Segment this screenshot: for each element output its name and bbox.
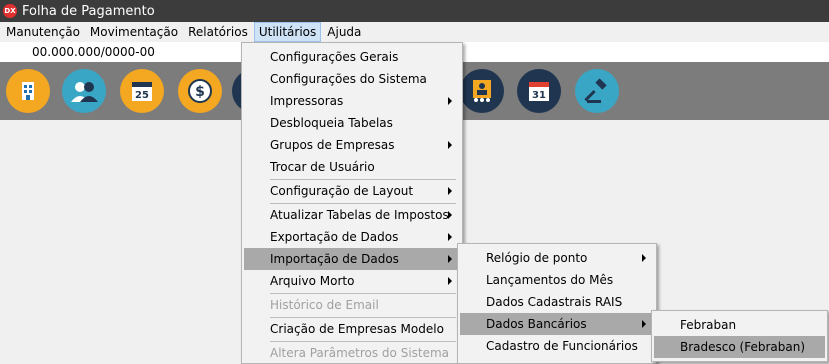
utilitarios-menu: Configurações Gerais Configurações do Si… — [241, 42, 463, 364]
calendar-day-label: 25 — [135, 90, 149, 101]
employees-board-icon[interactable] — [460, 69, 504, 113]
submenu-arrow-icon — [448, 187, 452, 195]
submenu-arrow-icon — [642, 320, 646, 328]
importacao-dados-submenu: Relógio de ponto Lançamentos do Mês Dado… — [457, 243, 657, 364]
menu-item-trocar-usuario[interactable]: Trocar de Usuário — [244, 156, 460, 178]
menu-item-label: Cadastro de Funcionários — [486, 339, 638, 353]
gavel-icon[interactable] — [575, 69, 619, 113]
menu-item-criacao-empresas-modelo[interactable]: Criação de Empresas Modelo — [244, 318, 460, 340]
submenu-arrow-icon — [448, 277, 452, 285]
menu-item-impressoras[interactable]: Impressoras — [244, 90, 460, 112]
menu-item-label: Exportação de Dados — [270, 230, 399, 244]
submenu-arrow-icon — [448, 97, 452, 105]
menu-item-label: Trocar de Usuário — [270, 160, 375, 174]
dados-bancarios-submenu: Febraban Bradesco (Febraban) — [651, 310, 828, 362]
dollar-icon[interactable]: $ — [178, 69, 222, 113]
company-code: 00.000.000/0000-00 — [32, 45, 155, 59]
menu-item-arquivo-morto[interactable]: Arquivo Morto — [244, 270, 460, 292]
menu-item-cadastro-funcionarios[interactable]: Cadastro de Funcionários — [460, 335, 654, 357]
menu-item-dados-cadastrais-rais[interactable]: Dados Cadastrais RAIS — [460, 291, 654, 313]
menu-item-grupos-empresas[interactable]: Grupos de Empresas — [244, 134, 460, 156]
building-icon[interactable] — [6, 69, 50, 113]
menu-item-label: Dados Cadastrais RAIS — [486, 295, 623, 309]
window-title: Folha de Pagamento — [22, 3, 155, 19]
submenu-arrow-icon — [642, 254, 646, 262]
menu-item-label: Criação de Empresas Modelo — [270, 322, 444, 336]
menu-movimentacao[interactable]: Movimentação — [86, 22, 182, 42]
menu-item-desbloqueia-tabelas[interactable]: Desbloqueia Tabelas — [244, 112, 460, 134]
app-logo-icon: DX — [3, 4, 17, 18]
menu-item-label: Configurações do Sistema — [270, 72, 427, 86]
menu-item-label: Relógio de ponto — [486, 251, 588, 265]
menu-item-label: Impressoras — [270, 94, 344, 108]
menu-item-label: Altera Parâmetros do Sistema — [270, 346, 450, 360]
menu-item-configuracao-layout[interactable]: Configuração de Layout — [244, 180, 460, 202]
menu-ajuda[interactable]: Ajuda — [323, 22, 365, 42]
menu-item-label: Arquivo Morto — [270, 274, 355, 288]
submenu-arrow-icon — [448, 233, 452, 241]
menu-item-label: Dados Bancários — [486, 317, 587, 331]
menu-item-altera-parametros: Altera Parâmetros do Sistema — [244, 342, 460, 364]
menu-item-bradesco-febraban[interactable]: Bradesco (Febraban) — [654, 336, 825, 358]
menu-item-lancamentos-mes[interactable]: Lançamentos do Mês — [460, 269, 654, 291]
submenu-arrow-icon — [448, 211, 452, 219]
users-icon[interactable] — [62, 69, 106, 113]
calendar-icon[interactable]: 25 — [120, 69, 164, 113]
menu-item-label: Lançamentos do Mês — [486, 273, 614, 287]
calendar-31-label: 31 — [532, 90, 546, 101]
menu-manutencao[interactable]: Manutenção — [2, 22, 84, 42]
menu-item-historico-email: Histórico de Email — [244, 294, 460, 316]
menu-item-dados-bancarios[interactable]: Dados Bancários — [460, 313, 654, 335]
menu-item-label: Histórico de Email — [270, 298, 379, 312]
title-bar: DX Folha de Pagamento — [0, 0, 829, 22]
menu-bar: Manutenção Movimentação Relatórios Utili… — [0, 22, 829, 42]
menu-item-label: Configurações Gerais — [270, 50, 399, 64]
menu-item-label: Febraban — [680, 318, 737, 332]
menu-item-label: Configuração de Layout — [270, 184, 414, 198]
menu-item-exportacao-dados[interactable]: Exportação de Dados — [244, 226, 460, 248]
menu-item-importacao-dados[interactable]: Importação de Dados — [244, 248, 460, 270]
menu-item-label: Desbloqueia Tabelas — [270, 116, 393, 130]
menu-item-configuracoes-sistema[interactable]: Configurações do Sistema — [244, 68, 460, 90]
submenu-arrow-icon — [448, 255, 452, 263]
menu-item-configuracoes-gerais[interactable]: Configurações Gerais — [244, 46, 460, 68]
calendar-31-icon[interactable]: 31 — [517, 69, 561, 113]
menu-item-relogio-ponto[interactable]: Relógio de ponto — [460, 247, 654, 269]
submenu-arrow-icon — [448, 141, 452, 149]
menu-utilitarios[interactable]: Utilitários — [253, 22, 322, 42]
menu-item-febraban[interactable]: Febraban — [654, 314, 825, 336]
menu-item-atualizar-tabelas-impostos[interactable]: Atualizar Tabelas de Impostos — [244, 204, 460, 226]
menu-item-label: Grupos de Empresas — [270, 138, 395, 152]
dollar-sign: $ — [195, 84, 205, 100]
menu-item-label: Importação de Dados — [270, 252, 399, 266]
menu-item-label: Bradesco (Febraban) — [680, 340, 805, 354]
menu-relatorios[interactable]: Relatórios — [184, 22, 252, 42]
menu-item-label: Atualizar Tabelas de Impostos — [270, 208, 449, 222]
